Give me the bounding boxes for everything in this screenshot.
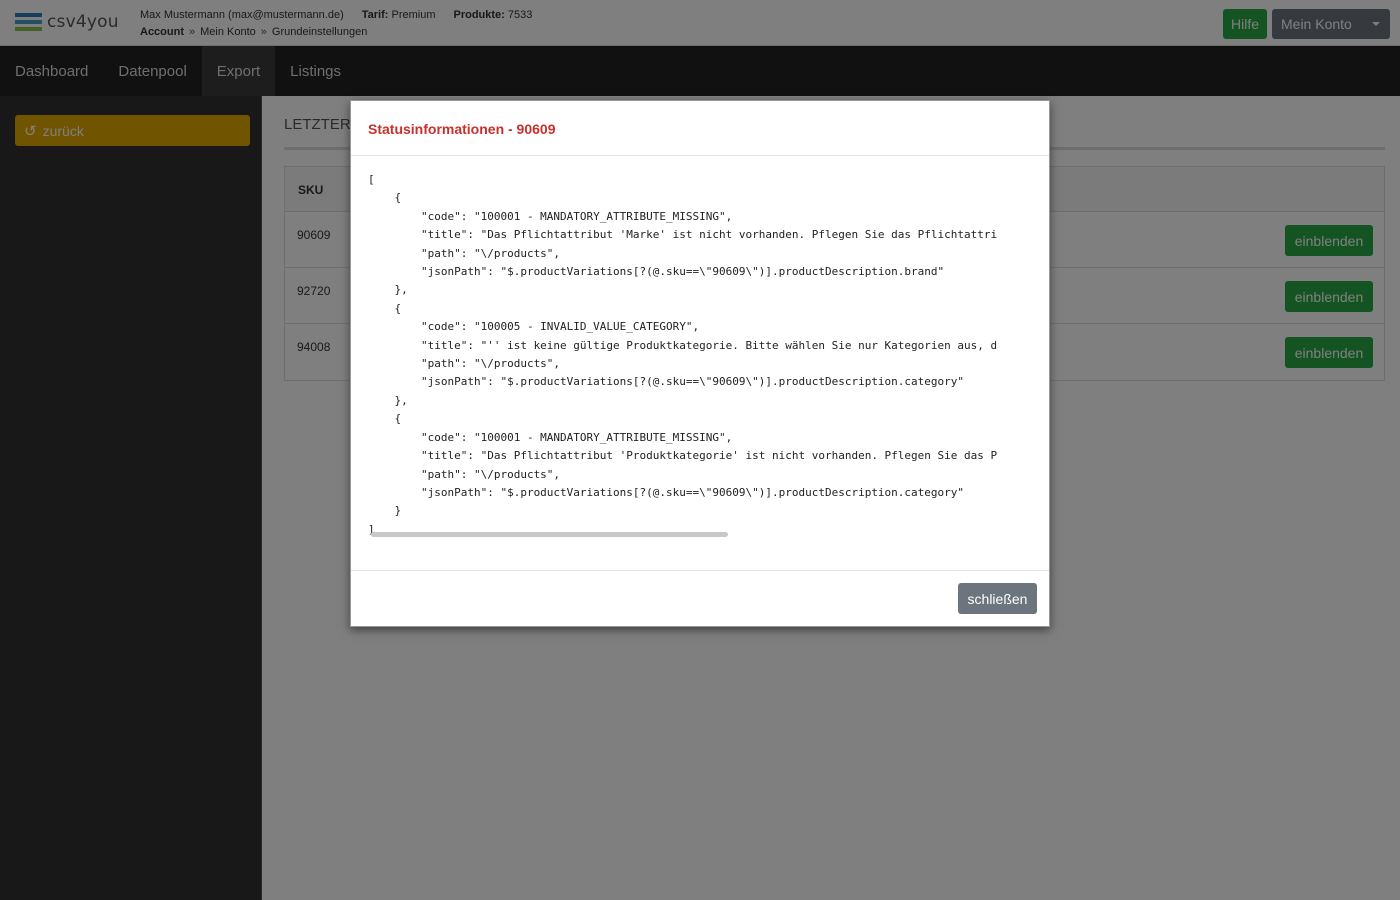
- horizontal-scrollbar[interactable]: [371, 532, 728, 537]
- status-json-text: [ { "code": "100001 - MANDATORY_ATTRIBUT…: [368, 173, 998, 536]
- modal-body[interactable]: [ { "code": "100001 - MANDATORY_ATTRIBUT…: [368, 171, 1033, 541]
- close-button[interactable]: schließen: [958, 583, 1037, 614]
- modal-title: Statusinformationen - 90609: [368, 121, 556, 137]
- modal-header: Statusinformationen - 90609: [351, 101, 1049, 156]
- modal-footer: schließen: [351, 570, 1049, 627]
- status-info-modal: Statusinformationen - 90609 [ { "code": …: [350, 100, 1050, 627]
